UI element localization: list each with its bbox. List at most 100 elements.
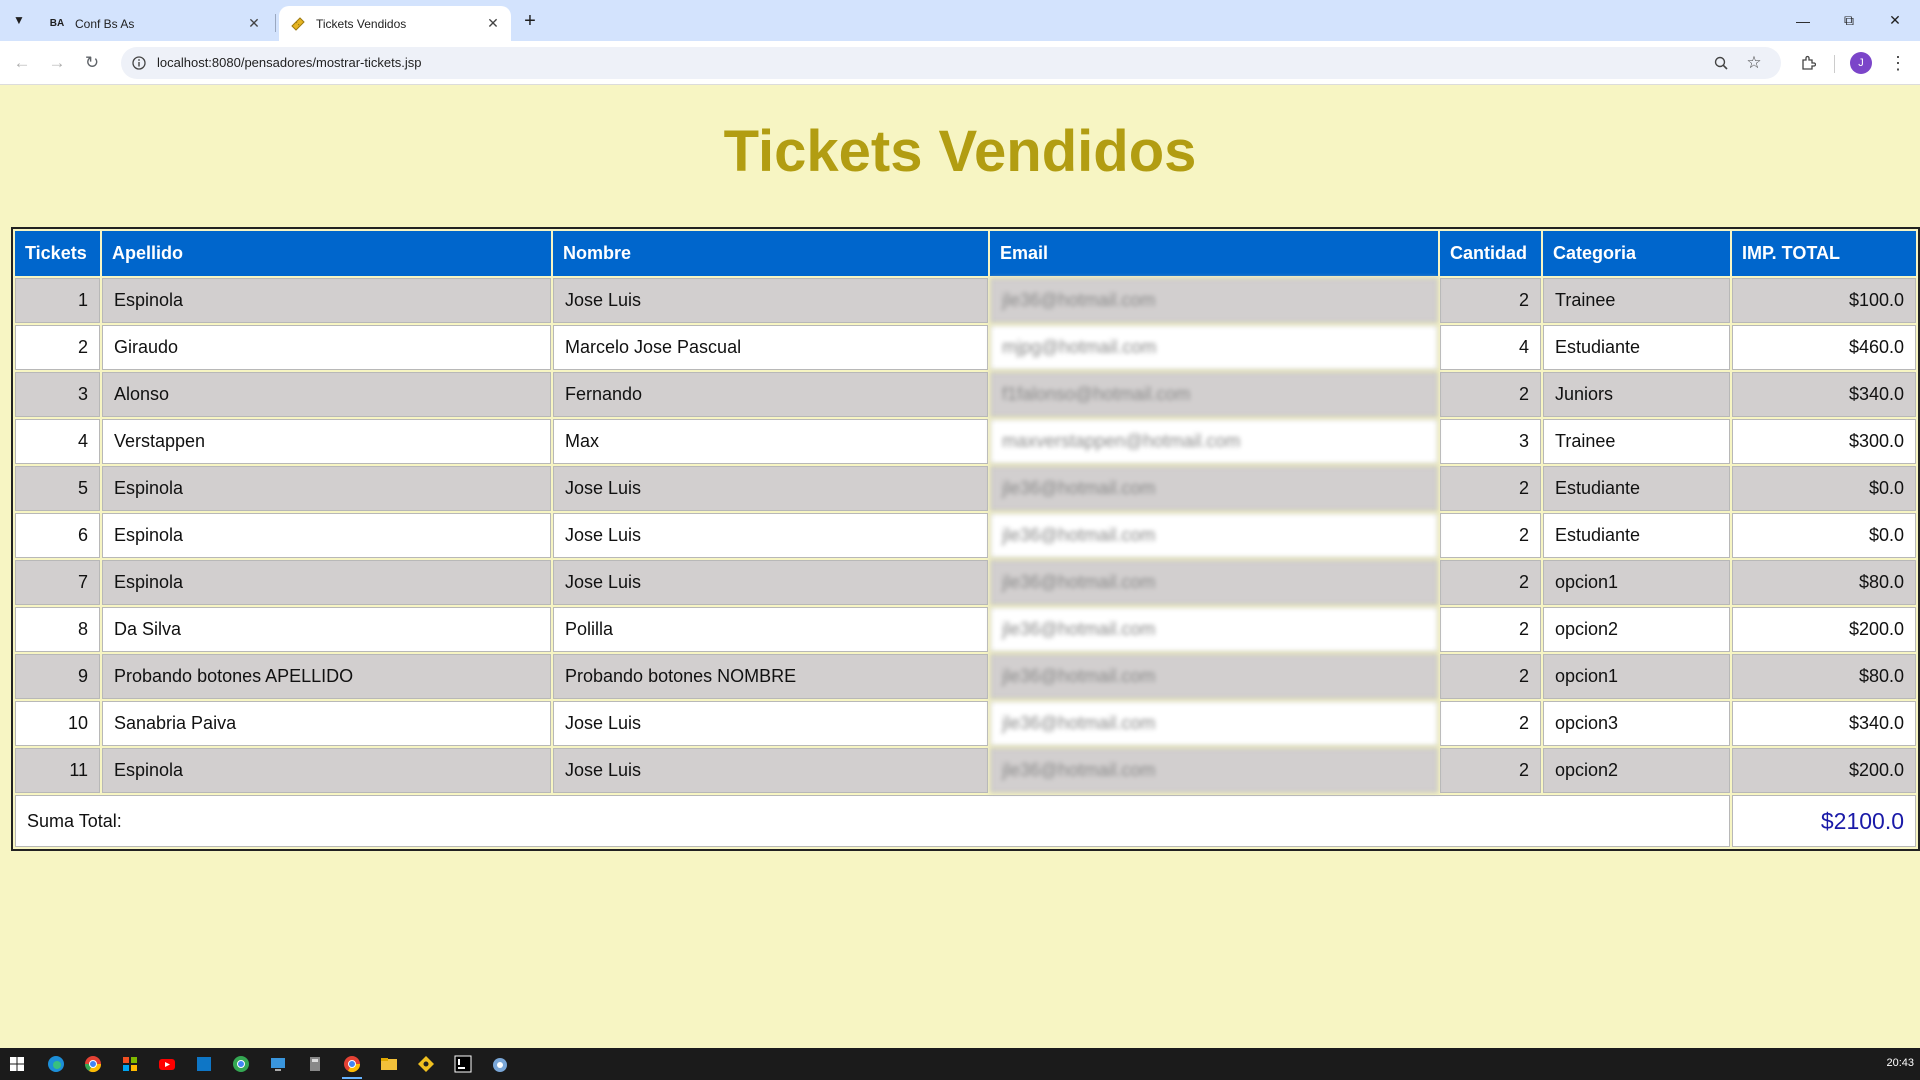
cell-ticket: 6	[15, 513, 100, 558]
total-row: Suma Total: $2100.0	[15, 795, 1916, 847]
url-text[interactable]: localhost:8080/pensadores/mostrar-ticket…	[157, 55, 421, 70]
cell-cantidad: 2	[1440, 513, 1541, 558]
cell-imp-total: $80.0	[1732, 654, 1916, 699]
profile-avatar[interactable]: J	[1850, 52, 1872, 74]
cell-email: jle36@hotmail.com	[990, 466, 1438, 511]
cell-cantidad: 3	[1440, 419, 1541, 464]
table-row: 7 Espinola Jose Luis jle36@hotmail.com 2 opci…	[15, 560, 1916, 605]
intellij-icon[interactable]	[450, 1052, 476, 1076]
office-icon[interactable]	[117, 1052, 143, 1076]
table-row: 6 Espinola Jose Luis jle36@hotmail.com 2 Estu…	[15, 513, 1916, 558]
table-row: 4 Verstappen Max maxverstappen@hotmail.com 3…	[15, 419, 1916, 464]
cell-categoria: opcion3	[1543, 701, 1730, 746]
header-categoria: Categoria	[1543, 231, 1730, 276]
tickets-table: Tickets Apellido Nombre Email Cantidad C…	[11, 227, 1920, 851]
tab-title: Tickets Vendidos	[316, 16, 407, 31]
site-info-icon[interactable]	[129, 53, 149, 73]
address-bar[interactable]: localhost:8080/pensadores/mostrar-ticket…	[121, 47, 1781, 79]
tab-title: Conf Bs As	[75, 16, 135, 31]
windows-start-icon[interactable]	[4, 1052, 30, 1076]
close-icon[interactable]: ✕	[244, 14, 264, 34]
restore-icon: ⧉	[1844, 12, 1854, 28]
cell-categoria: opcion1	[1543, 560, 1730, 605]
forward-button[interactable]: →	[43, 49, 71, 77]
cell-apellido: Probando botones APELLIDO	[102, 654, 551, 699]
header-cantidad: Cantidad	[1440, 231, 1541, 276]
cell-cantidad: 2	[1440, 607, 1541, 652]
cell-categoria: Trainee	[1543, 419, 1730, 464]
tab-bar: ▼ BA Conf Bs As ✕ Tickets Vendidos ✕ + —…	[0, 0, 1920, 41]
cell-email: jle36@hotmail.com	[990, 607, 1438, 652]
minimize-button[interactable]: —	[1780, 0, 1826, 41]
table-row: 1 Espinola Jose Luis jle36@hotmail.com 2 Trai…	[15, 278, 1916, 323]
vscode-icon[interactable]	[191, 1052, 217, 1076]
cell-email: f1falonso@hotmail.com	[990, 372, 1438, 417]
cell-apellido: Espinola	[102, 466, 551, 511]
cell-categoria: opcion2	[1543, 607, 1730, 652]
cell-nombre: Max	[553, 419, 988, 464]
tab-search-button[interactable]: ▼	[6, 8, 32, 32]
minimize-icon: —	[1796, 12, 1810, 29]
page-title: Tickets Vendidos	[723, 119, 1197, 184]
cell-categoria: Trainee	[1543, 278, 1730, 323]
close-icon[interactable]: ✕	[483, 14, 503, 34]
cell-email: jle36@hotmail.com	[990, 701, 1438, 746]
tab-conf-bs-as[interactable]: BA Conf Bs As ✕	[38, 6, 272, 41]
new-tab-button[interactable]: +	[517, 8, 543, 34]
chevron-down-icon: ▼	[13, 13, 25, 27]
cell-nombre: Jose Luis	[553, 466, 988, 511]
file-explorer-icon[interactable]	[376, 1052, 402, 1076]
remote-desktop-icon[interactable]	[265, 1052, 291, 1076]
cell-cantidad: 2	[1440, 560, 1541, 605]
cell-ticket: 9	[15, 654, 100, 699]
table-row: 11 Espinola Jose Luis jle36@hotmail.com 2 opc…	[15, 748, 1916, 793]
cell-apellido: Alonso	[102, 372, 551, 417]
restore-button[interactable]: ⧉	[1826, 0, 1872, 41]
cell-imp-total: $80.0	[1732, 560, 1916, 605]
cell-ticket: 10	[15, 701, 100, 746]
cell-ticket: 5	[15, 466, 100, 511]
cell-imp-total: $200.0	[1732, 748, 1916, 793]
cell-ticket: 2	[15, 325, 100, 370]
chrome-icon[interactable]	[228, 1052, 254, 1076]
cell-cantidad: 2	[1440, 372, 1541, 417]
tab-tickets-vendidos[interactable]: Tickets Vendidos ✕	[279, 6, 511, 41]
table-row: 10 Sanabria Paiva Jose Luis jle36@hotmail.c…	[15, 701, 1916, 746]
cell-nombre: Jose Luis	[553, 560, 988, 605]
cell-cantidad: 2	[1440, 466, 1541, 511]
header-tickets: Tickets	[15, 231, 100, 276]
edge-icon[interactable]	[43, 1052, 69, 1076]
bookmark-star-icon[interactable]: ☆	[1743, 52, 1765, 74]
ba-logo-icon: BA	[49, 18, 65, 29]
close-icon: ✕	[1889, 12, 1901, 28]
youtube-icon[interactable]	[154, 1052, 180, 1076]
back-button[interactable]: ←	[8, 49, 36, 77]
cell-apellido: Espinola	[102, 278, 551, 323]
cell-ticket: 1	[15, 278, 100, 323]
cell-cantidad: 2	[1440, 654, 1541, 699]
cell-imp-total: $460.0	[1732, 325, 1916, 370]
zoom-icon[interactable]	[1711, 53, 1731, 73]
cell-nombre: Jose Luis	[553, 278, 988, 323]
cell-email: jle36@hotmail.com	[990, 748, 1438, 793]
extensions-icon[interactable]	[1797, 52, 1819, 74]
cell-cantidad: 2	[1440, 701, 1541, 746]
cell-ticket: 8	[15, 607, 100, 652]
app-icon[interactable]	[487, 1052, 513, 1076]
cell-imp-total: $100.0	[1732, 278, 1916, 323]
cell-email: jle36@hotmail.com	[990, 560, 1438, 605]
cell-nombre: Fernando	[553, 372, 988, 417]
git-icon[interactable]	[413, 1052, 439, 1076]
plus-icon: +	[524, 9, 536, 32]
close-window-button[interactable]: ✕	[1872, 0, 1918, 41]
chrome-active-icon[interactable]	[339, 1052, 365, 1079]
reload-button[interactable]: ↻	[78, 49, 106, 77]
menu-dots-icon[interactable]: ⋮	[1888, 50, 1908, 76]
cell-nombre: Jose Luis	[553, 513, 988, 558]
cell-categoria: Estudiante	[1543, 325, 1730, 370]
chrome-icon[interactable]	[80, 1052, 106, 1076]
cell-nombre: Jose Luis	[553, 701, 988, 746]
calculator-icon[interactable]	[302, 1052, 328, 1076]
cell-nombre: Polilla	[553, 607, 988, 652]
cell-categoria: Juniors	[1543, 372, 1730, 417]
